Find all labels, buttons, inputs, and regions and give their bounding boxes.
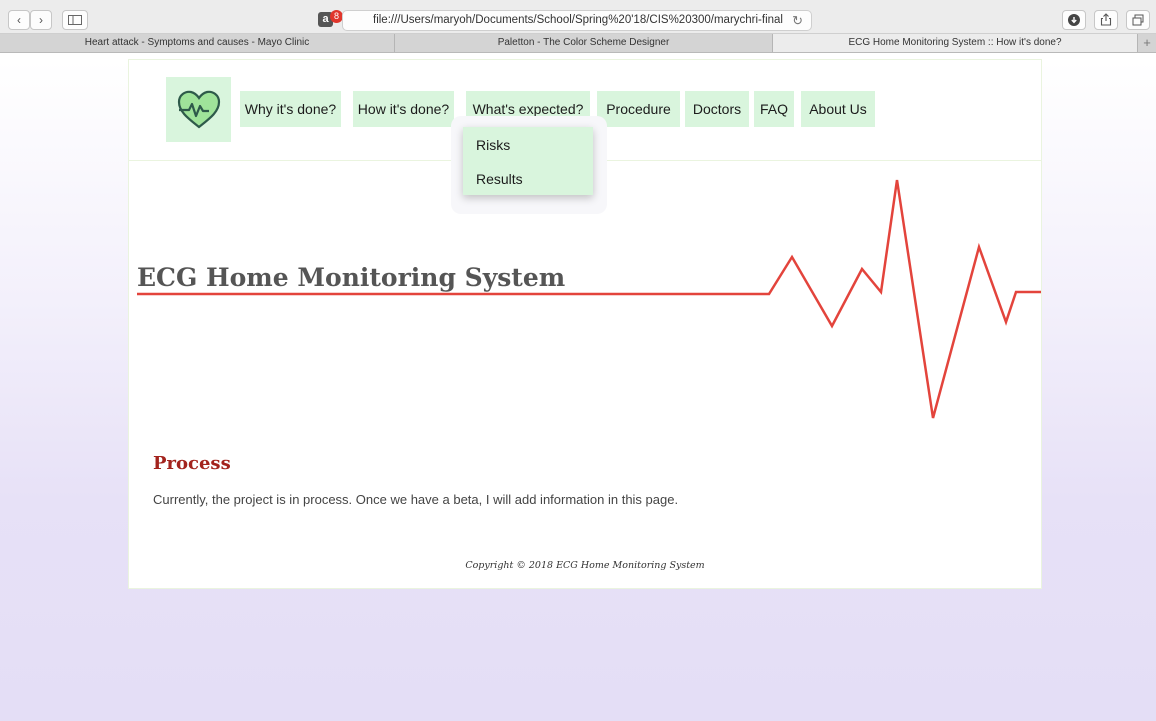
new-tab-icon[interactable]: + xyxy=(1138,34,1156,52)
forward-icon[interactable]: › xyxy=(30,10,52,30)
nav-doctors[interactable]: Doctors xyxy=(685,91,749,127)
nav-why-its-done[interactable]: Why it's done? xyxy=(240,91,341,127)
tab-paletton[interactable]: Paletton - The Color Scheme Designer xyxy=(395,34,773,52)
nav-faq[interactable]: FAQ xyxy=(754,91,794,127)
sidebar-icon[interactable] xyxy=(62,10,88,30)
dropdown-item-risks[interactable]: Risks xyxy=(476,135,510,155)
tab-mayo-clinic[interactable]: Heart attack - Symptoms and causes - May… xyxy=(0,34,395,52)
address-bar[interactable]: file:///Users/maryoh/Documents/School/Sp… xyxy=(342,10,812,31)
url-text: file:///Users/maryoh/Documents/School/Sp… xyxy=(373,14,783,26)
tab-label: ECG Home Monitoring System :: How it's d… xyxy=(848,37,1062,48)
heart-icon xyxy=(177,90,220,128)
download-icon[interactable] xyxy=(1062,10,1086,30)
tab-label: Heart attack - Symptoms and causes - May… xyxy=(84,37,310,48)
nav-about-us[interactable]: About Us xyxy=(801,91,875,127)
tab-label: Paletton - The Color Scheme Designer xyxy=(497,37,670,48)
back-icon[interactable]: ‹ xyxy=(8,10,30,30)
page-container: Why it's done? How it's done? What's exp… xyxy=(128,59,1042,589)
section-text: Currently, the project is in process. On… xyxy=(153,492,679,507)
share-icon[interactable] xyxy=(1094,10,1118,30)
reload-icon[interactable]: ↻ xyxy=(792,11,803,30)
tab-ecg-home[interactable]: ECG Home Monitoring System :: How it's d… xyxy=(773,34,1138,52)
dropdown-item-results[interactable]: Results xyxy=(476,169,523,189)
whats-expected-dropdown: Risks Results xyxy=(463,127,593,195)
tabs-overview-icon[interactable] xyxy=(1126,10,1150,30)
nav-procedure[interactable]: Procedure xyxy=(597,91,680,127)
heart-monitor-logo[interactable] xyxy=(166,77,231,142)
browser-toolbar: ‹ › a 8 file:///Users/maryoh/Documents/S… xyxy=(0,0,1156,34)
nav-how-its-done[interactable]: How it's done? xyxy=(353,91,454,127)
section-heading: Process xyxy=(153,453,231,474)
footer-copyright: Copyright © 2018 ECG Home Monitoring Sys… xyxy=(465,560,705,571)
site-title: ECG Home Monitoring System xyxy=(137,263,566,292)
tab-bar: Heart attack - Symptoms and causes - May… xyxy=(0,34,1156,53)
